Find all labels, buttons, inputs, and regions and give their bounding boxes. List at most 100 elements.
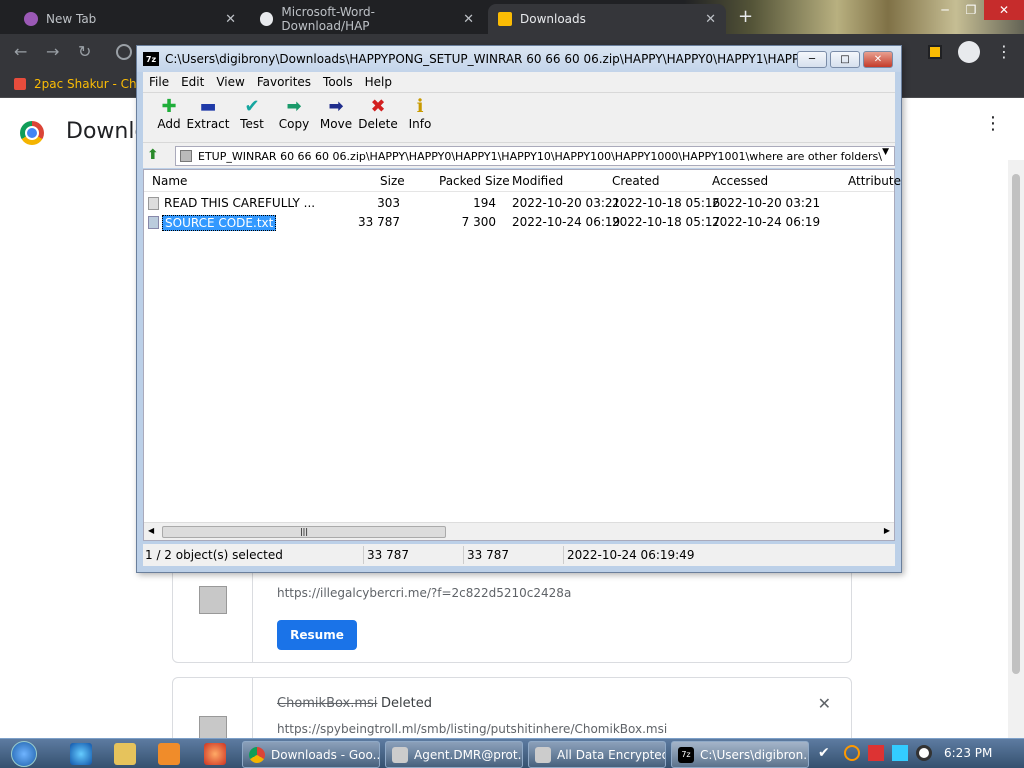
file-row[interactable]: READ THIS CAREFULLY ... 303 194 2022-10-… [144,194,894,213]
status-separator [463,546,464,564]
download-url[interactable]: https://spybeingtroll.ml/smb/listing/put… [277,722,667,736]
archive-address-bar: ⬆ ETUP_WINRAR 60 66 60 06.zip\HAPPY\HAPP… [143,142,895,168]
restore-icon[interactable]: ❐ [958,0,984,20]
menu-file[interactable]: File [143,75,175,89]
back-arrow-icon[interactable]: ← [14,42,27,61]
scrollbar-thumb[interactable] [1012,174,1020,674]
scroll-right-icon[interactable]: ▶ [884,526,890,535]
minimize-icon[interactable]: ─ [932,0,958,20]
file-explorer-icon[interactable] [114,743,136,765]
archive-maximize-button[interactable]: □ [830,51,860,68]
archive-minimize-button[interactable]: ─ [797,51,827,68]
remove-download-icon[interactable]: ✕ [818,694,831,713]
path-dropdown-icon[interactable]: ▼ [882,147,889,157]
menu-tools[interactable]: Tools [317,75,359,89]
display-tray-icon[interactable] [892,745,908,761]
tab-new-tab[interactable]: New Tab ✕ [14,4,246,34]
file-packed-size: 194 [473,196,496,210]
status-size: 33 787 [367,548,409,562]
media-player-icon[interactable] [158,743,180,765]
network-tray-icon[interactable] [916,745,932,761]
scrollbar-thumb[interactable]: ||| [162,526,446,538]
info-button[interactable]: ℹ Info [397,95,443,132]
status-date: 2022-10-24 06:19:49 [567,548,695,562]
archive-title-bar[interactable]: 7z C:\Users\digibrony\Downloads\HAPPYPON… [137,46,901,72]
copy-button[interactable]: ➡ Copy [271,95,317,132]
taskbar-button-label: All Data Encrypted [557,747,666,762]
file-list-header: Name Size Packed Size Modified Created A… [144,170,901,192]
file-modified: 2022-10-20 03:21 [512,196,621,210]
file-list-horizontal-scrollbar[interactable]: ◀ ||| ▶ [144,522,894,540]
tab-downloads[interactable]: Downloads ✕ [488,4,726,34]
checkmark-tray-icon[interactable]: ✔ [818,745,834,761]
tab-github[interactable]: Microsoft-Word-Download/HAP ✕ [250,4,484,34]
move-button[interactable]: ➡ Move [313,95,359,132]
tab-close-icon[interactable]: ✕ [225,12,236,27]
scroll-left-icon[interactable]: ◀ [148,526,154,535]
app-launcher-icon[interactable] [204,743,226,765]
archive-window: 7z C:\Users\digibrony\Downloads\HAPPYPON… [136,45,902,573]
tab-close-icon[interactable]: ✕ [463,12,474,27]
column-modified[interactable]: Modified [512,174,563,188]
chrome-logo-icon [20,121,44,145]
taskbar-button-archive[interactable]: 7z C:\Users\digibron... [671,741,809,768]
delete-button[interactable]: ✖ Delete [355,95,401,132]
resume-button[interactable]: Resume [277,620,357,650]
bookmark-item[interactable]: 2pac Shakur - Chro [34,77,149,91]
extract-button[interactable]: ▬ Extract [183,95,233,132]
window-icon [535,746,551,763]
taskbar-clock[interactable]: 6:23 PM [944,746,992,760]
tab-close-icon[interactable]: ✕ [705,12,716,27]
extension-icon[interactable] [928,45,942,59]
page-scrollbar[interactable] [1008,160,1024,738]
status-packed: 33 787 [467,548,509,562]
info-button-label: Info [408,117,432,131]
archive-close-button[interactable]: ✕ [863,51,893,68]
column-packed-size[interactable]: Packed Size [439,174,510,188]
taskbar-button-encrypted[interactable]: All Data Encrypted [528,741,666,768]
bookmark-favicon-icon [14,77,26,90]
reload-icon[interactable]: ↻ [78,42,91,61]
column-name[interactable]: Name [152,174,187,188]
page-menu-kebab-icon[interactable]: ⋮ [984,115,1002,133]
test-button[interactable]: ✔ Test [229,95,275,132]
download-url[interactable]: https://illegalcybercri.me/?f=2c822d5210… [277,586,571,600]
start-button[interactable] [4,739,44,768]
delete-button-label: Delete [358,117,398,131]
folder-up-icon[interactable]: ⬆ [147,147,165,165]
internet-explorer-icon[interactable] [70,743,92,765]
taskbar-button-chrome[interactable]: Downloads - Goo... [242,741,380,768]
menu-view[interactable]: View [210,75,250,89]
copy-button-label: Copy [278,117,310,131]
menu-kebab-icon[interactable]: ⋮ [996,42,1012,61]
column-attribute[interactable]: Attribute [848,174,901,188]
windows-logo-icon [11,741,37,767]
minus-icon: ▬ [199,95,217,117]
menu-help[interactable]: Help [359,75,398,89]
profile-avatar-icon[interactable] [958,41,980,63]
path-drive-icon [180,150,192,162]
column-size[interactable]: Size [380,174,405,188]
taskbar-button-email[interactable]: Agent.DMR@prot... [385,741,523,768]
tab-title: Microsoft-Word-Download/HAP [281,5,376,33]
menu-edit[interactable]: Edit [175,75,210,89]
archive-path-field[interactable]: ETUP_WINRAR 60 66 60 06.zip\HAPPY\HAPPY0… [175,146,895,166]
archive-toolbar: ✚ Add ▬ Extract ✔ Test ➡ Copy ➡ Move ✖ D… [143,92,895,142]
column-accessed[interactable]: Accessed [712,174,768,188]
file-name-selected: SOURCE CODE.txt [162,215,277,231]
menu-favorites[interactable]: Favorites [251,75,317,89]
site-info-icon[interactable] [116,44,132,60]
column-created[interactable]: Created [612,174,660,188]
search-tray-icon[interactable] [844,745,860,761]
new-tab-button[interactable]: + [738,6,753,27]
status-separator [363,546,364,564]
archive-menu-bar: File Edit View Favorites Tools Help [143,72,895,92]
forward-arrow-icon[interactable]: → [46,42,59,61]
text-file-icon [148,197,159,210]
github-icon [260,12,274,26]
flag-tray-icon[interactable] [868,745,884,761]
file-created: 2022-10-18 05:16 [612,196,721,210]
close-window-icon[interactable]: ✕ [984,0,1024,20]
file-row[interactable]: SOURCE CODE.txt 33 787 7 300 2022-10-24 … [144,213,894,232]
info-icon: ℹ [416,95,424,117]
